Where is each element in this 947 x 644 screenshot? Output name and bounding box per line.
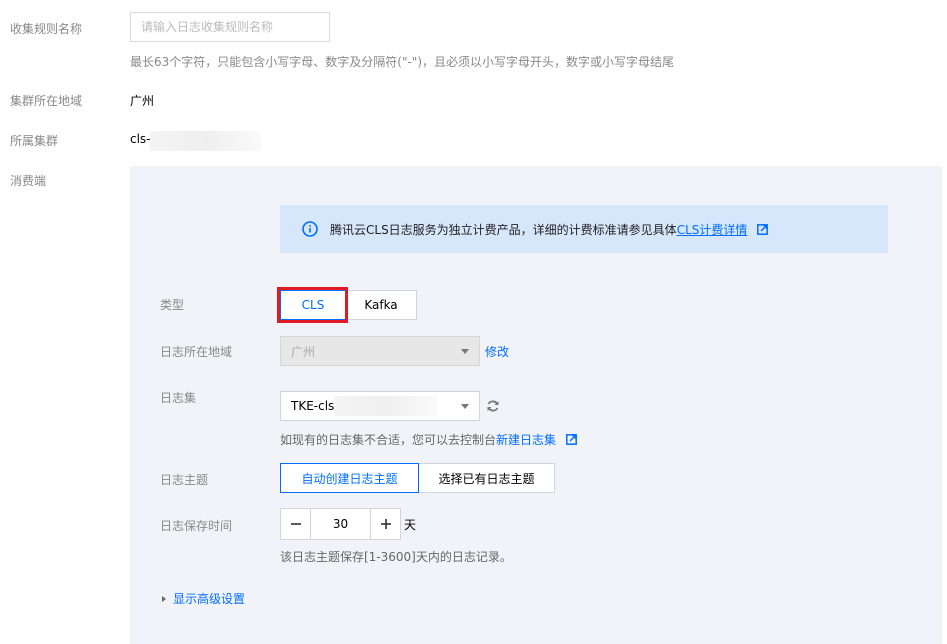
billing-detail-link[interactable]: CLS计费详情	[677, 223, 748, 237]
caret-right-icon	[162, 595, 166, 602]
retention-label: 日志保存时间	[160, 519, 233, 533]
notice-text: 腾讯云CLS日志服务为独立计费产品，详细的计费标准请参见具体CLS计费详情	[330, 221, 769, 238]
cluster-label: 所属集群	[10, 134, 59, 148]
refresh-icon[interactable]	[486, 399, 500, 413]
topic-option-existing[interactable]: 选择已有日志主题	[419, 463, 555, 493]
logset-label: 日志集	[160, 391, 197, 405]
redacted-mask	[334, 396, 438, 416]
type-option-kafka[interactable]: Kafka	[346, 290, 417, 320]
chevron-down-icon	[461, 349, 469, 354]
advanced-settings-toggle[interactable]: 显示高级设置	[160, 590, 245, 607]
log-region-label: 日志所在地域	[160, 345, 233, 359]
notice-prefix: 腾讯云CLS日志服务为独立计费产品，详细的计费标准请参见具体	[330, 222, 677, 237]
rule-name-input[interactable]	[130, 12, 330, 42]
modify-region-link[interactable]: 修改	[485, 343, 509, 360]
log-region-value: 广州	[291, 344, 316, 359]
minus-icon	[290, 523, 301, 525]
consumer-label: 消费端	[10, 174, 47, 188]
create-logset-link[interactable]: 新建日志集	[496, 433, 556, 447]
topic-label: 日志主题	[160, 473, 209, 487]
cluster-region-value: 广州	[130, 94, 155, 108]
redacted-mask	[150, 131, 262, 151]
chevron-down-icon	[461, 404, 469, 409]
cluster-region-label: 集群所在地域	[10, 94, 83, 108]
advanced-settings-label[interactable]: 显示高级设置	[173, 590, 245, 607]
logset-hint: 如现有的日志集不合适，您可以去控制台新建日志集	[280, 431, 577, 448]
logset-value: TKE-cls	[291, 399, 335, 413]
retention-input[interactable]: 30	[311, 508, 370, 540]
topic-option-auto-create[interactable]: 自动创建日志主题	[280, 463, 419, 493]
plus-icon	[380, 519, 391, 529]
external-link-icon[interactable]	[565, 434, 577, 445]
info-icon	[302, 221, 318, 237]
external-link-icon[interactable]	[757, 223, 769, 235]
highlight-box	[277, 287, 348, 323]
type-label: 类型	[160, 298, 185, 312]
rule-name-hint: 最长63个字符，只能包含小写字母、数字及分隔符("-")，且必须以小写字母开头，…	[130, 55, 675, 69]
retention-unit: 天	[404, 518, 417, 532]
log-region-select: 广州	[280, 336, 480, 366]
retention-hint: 该日志主题保存[1-3600]天内的日志记录。	[280, 550, 512, 564]
increment-button[interactable]	[370, 508, 401, 540]
logset-hint-text: 如现有的日志集不合适，您可以去控制台	[280, 433, 497, 447]
rule-name-label: 收集规则名称	[10, 22, 83, 36]
billing-notice: 腾讯云CLS日志服务为独立计费产品，详细的计费标准请参见具体CLS计费详情	[280, 205, 888, 253]
cluster-value: cls-	[130, 132, 151, 146]
decrement-button[interactable]	[280, 508, 311, 540]
